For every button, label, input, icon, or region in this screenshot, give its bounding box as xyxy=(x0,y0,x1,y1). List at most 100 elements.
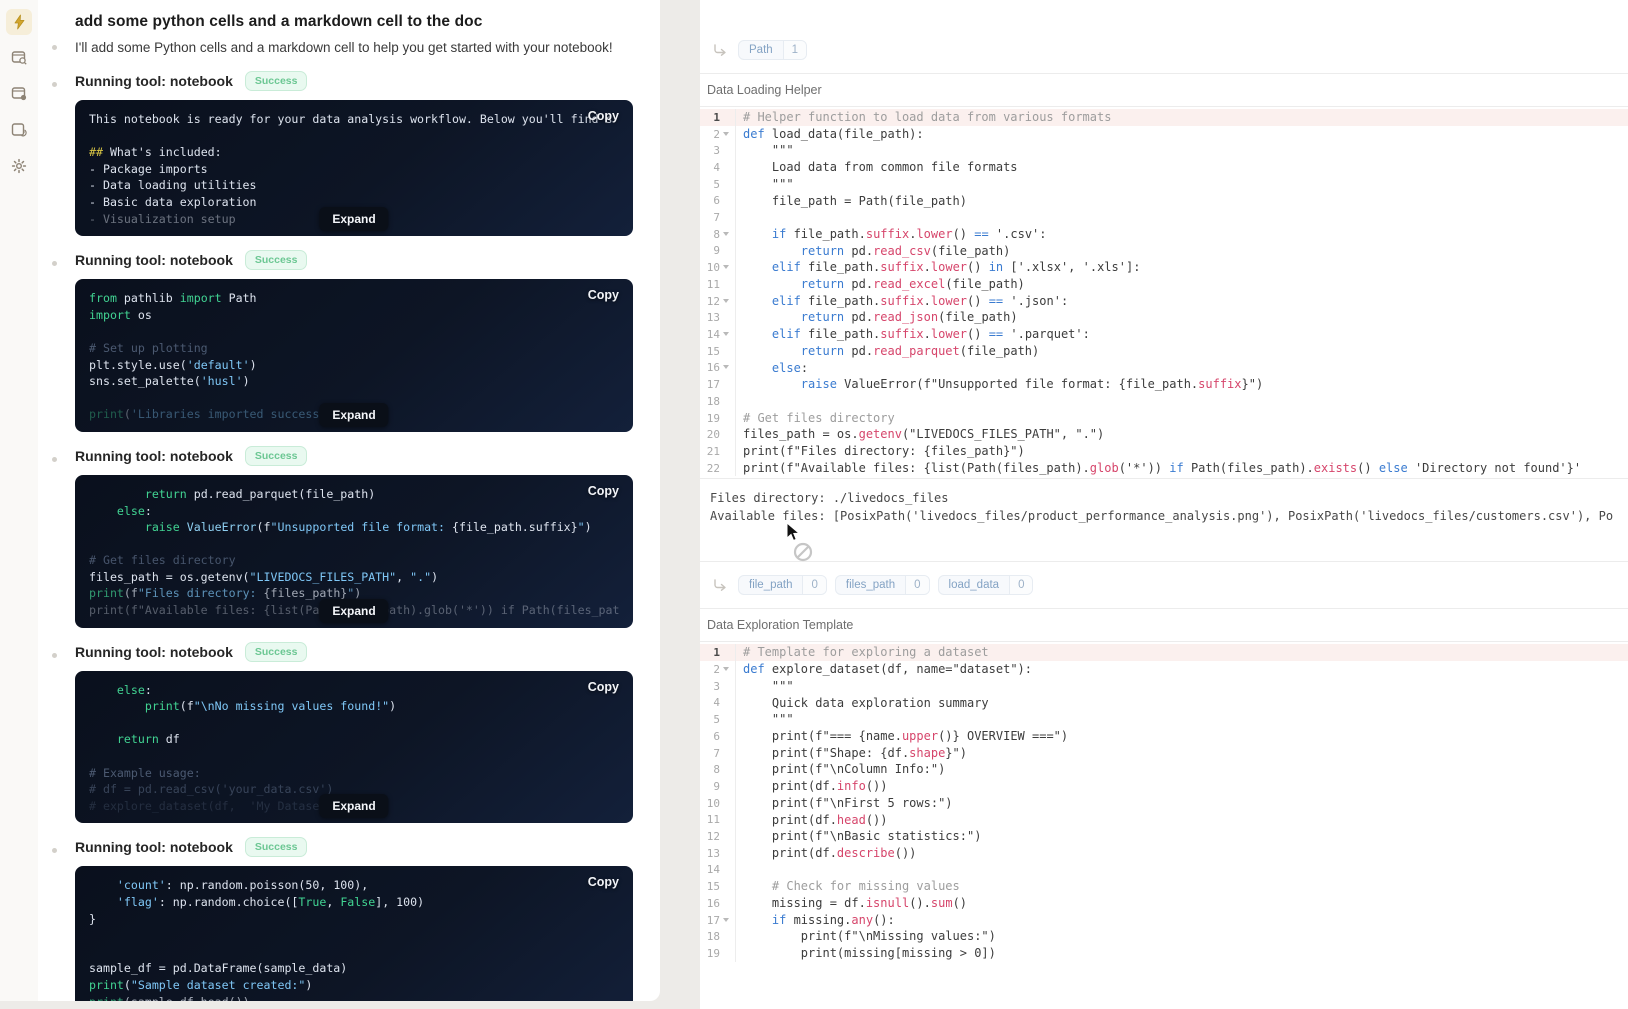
sidebar-item-gear[interactable] xyxy=(6,153,32,179)
line-number-gutter: 2 xyxy=(700,126,736,143)
fold-chevron-icon[interactable] xyxy=(722,363,731,372)
variable-chip-file_path[interactable]: file_path0 xyxy=(738,575,827,595)
line-number-gutter: 14 xyxy=(700,862,736,879)
code-row: 8 if file_path.suffix.lower() == '.csv': xyxy=(700,226,1628,243)
variable-chip-count: 0 xyxy=(905,576,928,594)
line-number: 18 xyxy=(707,395,720,408)
variable-chips: file_path0files_path0load_data0 xyxy=(738,575,1033,595)
line-number-gutter: 5 xyxy=(700,711,736,728)
output-line: Available files: [PosixPath('livedocs_fi… xyxy=(710,507,1628,525)
tool-run-header: Running tool: notebookSuccess xyxy=(52,642,640,662)
code-line: - Data loading utilities xyxy=(89,177,619,194)
code-row: 10 print(f"\nFirst 5 rows:") xyxy=(700,795,1628,812)
line-number-gutter: 14 xyxy=(700,326,736,343)
variable-chip-files_path[interactable]: files_path0 xyxy=(835,575,930,595)
code-line xyxy=(89,715,619,732)
sidebar-item-panel-clock[interactable] xyxy=(6,117,32,143)
code-row: 15 # Check for missing values xyxy=(700,878,1628,895)
line-number-gutter: 15 xyxy=(700,878,736,895)
line-number: 3 xyxy=(713,144,720,157)
line-number-gutter: 12 xyxy=(700,828,736,845)
line-number: 4 xyxy=(713,161,720,174)
code-line: """ xyxy=(736,142,794,159)
cell-title: Data Loading Helper xyxy=(700,74,1628,106)
sidebar-item-flash[interactable] xyxy=(6,9,32,35)
code-line: print(f"\nBasic statistics:") xyxy=(736,828,981,845)
code-line: print(f"Shape: {df.shape}") xyxy=(736,745,967,762)
code-row: 2def explore_dataset(df, name="dataset")… xyxy=(700,661,1628,678)
expand-button[interactable]: Expand xyxy=(319,403,388,427)
variable-chip-name: file_path xyxy=(739,576,802,594)
fold-chevron-icon[interactable] xyxy=(722,330,731,339)
expand-button[interactable]: Expand xyxy=(319,207,388,231)
cell-title: Data Exploration Template xyxy=(700,609,1628,641)
code-row: 12 elif file_path.suffix.lower() == '.js… xyxy=(700,293,1628,310)
code-row: 14 xyxy=(700,862,1628,879)
expand-button[interactable]: Expand xyxy=(319,794,388,818)
fold-chevron-icon[interactable] xyxy=(722,916,731,925)
line-number-gutter: 7 xyxy=(700,745,736,762)
line-number-gutter: 4 xyxy=(700,159,736,176)
status-badge: Success xyxy=(245,837,308,857)
tool-output-code-card: from pathlib import Pathimport os # Set … xyxy=(75,279,633,432)
panel-badge-icon xyxy=(11,86,28,102)
line-number-gutter: 10 xyxy=(700,259,736,276)
variable-chip-path[interactable]: Path1 xyxy=(738,40,807,60)
line-number-gutter: 18 xyxy=(700,393,736,410)
chat-panel: add some python cells and a markdown cel… xyxy=(38,0,660,1001)
cell-code-editor[interactable]: 1# Template for exploring a dataset2def … xyxy=(700,642,1628,963)
cell-code-editor[interactable]: 1# Helper function to load data from var… xyxy=(700,107,1628,478)
code-line: elif file_path.suffix.lower() == '.json'… xyxy=(736,293,1068,310)
fold-chevron-icon[interactable] xyxy=(722,665,731,674)
code-line: """ xyxy=(736,176,794,193)
code-line: else: xyxy=(89,682,619,699)
line-number-gutter: 19 xyxy=(700,410,736,427)
variable-chip-load_data[interactable]: load_data0 xyxy=(938,575,1034,595)
code-line: return df xyxy=(89,731,619,748)
expand-button[interactable]: Expand xyxy=(319,599,388,623)
app-window: add some python cells and a markdown cel… xyxy=(0,0,1628,1009)
code-row: 21print(f"Files directory: {files_path}"… xyxy=(700,443,1628,460)
fold-chevron-icon[interactable] xyxy=(722,230,731,239)
sidebar-item-panel-badge[interactable] xyxy=(6,81,32,107)
copy-button[interactable]: Copy xyxy=(588,288,619,302)
fold-chevron-icon[interactable] xyxy=(722,263,731,272)
code-line: from pathlib import Path xyxy=(89,290,619,307)
blocked-sign-icon xyxy=(792,541,814,563)
code-row: 6 file_path = Path(file_path) xyxy=(700,193,1628,210)
copy-button[interactable]: Copy xyxy=(588,680,619,694)
tool-output-code-card: 'count': np.random.poisson(50, 100), 'fl… xyxy=(75,866,633,1001)
code-row: 18 xyxy=(700,393,1628,410)
tool-run-header: Running tool: notebook Success xyxy=(52,250,640,270)
code-line: if missing.any(): xyxy=(736,912,895,929)
code-line xyxy=(89,536,619,553)
code-line: print(f"Available files: {list(Path(file… xyxy=(736,460,1581,477)
line-number: 19 xyxy=(707,947,720,960)
fold-chevron-icon[interactable] xyxy=(722,297,731,306)
code-row: 1# Template for exploring a dataset xyxy=(700,644,1628,661)
line-number: 5 xyxy=(713,178,720,191)
variable-chip-name: load_data xyxy=(939,576,1010,594)
line-number: 12 xyxy=(707,830,720,843)
code-line: return pd.read_excel(file_path) xyxy=(736,276,1025,293)
code-row: 22print(f"Available files: {list(Path(fi… xyxy=(700,460,1628,477)
status-badge: Success xyxy=(245,71,308,91)
cell-output: Files directory: ./livedocs_filesAvailab… xyxy=(700,479,1628,561)
sidebar-item-panel-search[interactable] xyxy=(6,45,32,71)
line-number-gutter: 15 xyxy=(700,343,736,360)
line-number-gutter: 4 xyxy=(700,695,736,712)
line-number-gutter: 16 xyxy=(700,895,736,912)
line-number: 9 xyxy=(713,780,720,793)
tool-run-label: Running tool: notebook xyxy=(75,252,233,268)
copy-button[interactable]: Copy xyxy=(588,109,619,123)
code-line: print(sample_df.head()) xyxy=(89,994,619,1001)
code-line: return pd.read_parquet(file_path) xyxy=(89,486,619,503)
copy-button[interactable]: Copy xyxy=(588,484,619,498)
line-number: 7 xyxy=(713,211,720,224)
status-badge: Success xyxy=(245,250,308,270)
code-line: # Example usage: xyxy=(89,765,619,782)
fold-chevron-icon[interactable] xyxy=(722,130,731,139)
line-number: 8 xyxy=(713,763,720,776)
line-number-gutter: 11 xyxy=(700,276,736,293)
copy-button[interactable]: Copy xyxy=(588,875,619,889)
